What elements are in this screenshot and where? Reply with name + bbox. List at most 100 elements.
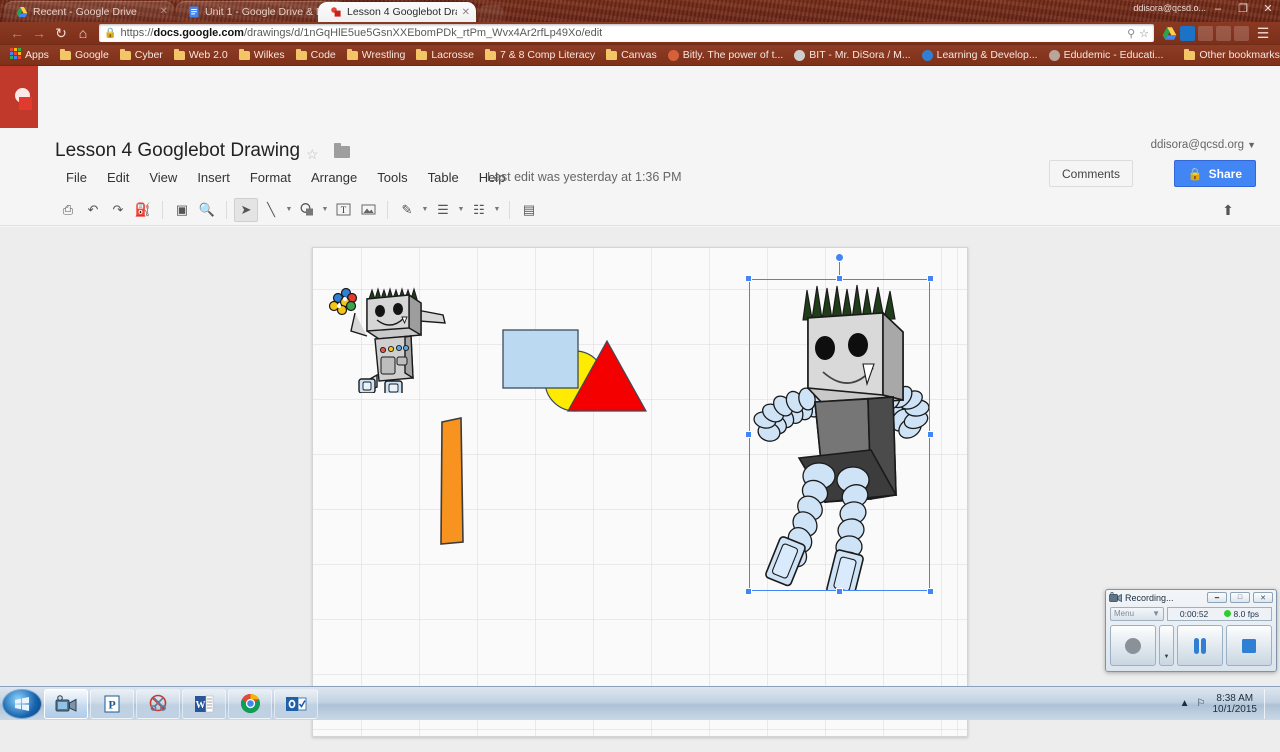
resize-handle-bottom-center[interactable] bbox=[835, 588, 843, 595]
line-weight-button[interactable]: ☰ bbox=[431, 198, 455, 222]
menu-insert[interactable]: Insert bbox=[187, 168, 240, 187]
google-drawings-logo[interactable] bbox=[0, 66, 38, 128]
line-color-button[interactable]: ✎ bbox=[395, 198, 419, 222]
tab-close-icon[interactable]: ✕ bbox=[160, 6, 168, 17]
star-icon[interactable]: ☆ bbox=[1139, 27, 1149, 40]
search-icon[interactable]: ⚲ bbox=[1127, 27, 1135, 40]
recorder-minimize-button[interactable]: ━ bbox=[1207, 592, 1227, 603]
bookmark-bitly[interactable]: Bitly. The power of t... bbox=[663, 47, 789, 63]
browser-tab-0[interactable]: Recent - Google Drive ✕ bbox=[4, 1, 174, 22]
page-title[interactable]: Lesson 4 Googlebot Drawing bbox=[55, 140, 300, 162]
orange-rectangle-shape[interactable] bbox=[437, 416, 469, 546]
resize-handle-middle-left[interactable] bbox=[745, 431, 752, 438]
bookmark-cyber[interactable]: Cyber bbox=[115, 47, 168, 63]
recorder-menu-button[interactable]: Menu ▼ bbox=[1110, 606, 1164, 621]
menu-view[interactable]: View bbox=[139, 168, 187, 187]
recorder-close-button[interactable]: ✕ bbox=[1253, 592, 1273, 603]
shape-tool-button[interactable] bbox=[295, 198, 319, 222]
home-icon[interactable]: ⌂ bbox=[72, 23, 94, 43]
bookmark-lacrosse[interactable]: Lacrosse bbox=[411, 47, 479, 63]
taskbar-item-outlook[interactable] bbox=[274, 688, 318, 719]
google-drive-extension-icon[interactable] bbox=[1162, 26, 1177, 41]
bookmark-code[interactable]: Code bbox=[291, 47, 341, 63]
menu-file[interactable]: File bbox=[56, 168, 97, 187]
menu-tools[interactable]: Tools bbox=[367, 168, 417, 187]
zoom-button[interactable]: 🔍 bbox=[195, 198, 219, 222]
back-icon[interactable]: ← bbox=[6, 23, 28, 43]
reload-icon[interactable]: ↻ bbox=[50, 23, 72, 43]
drawing-canvas[interactable] bbox=[312, 247, 968, 737]
new-tab-button[interactable] bbox=[478, 5, 504, 22]
bookmark-apps[interactable]: Apps bbox=[5, 46, 54, 64]
insert-image-button[interactable] bbox=[356, 198, 380, 222]
rotate-handle[interactable] bbox=[835, 253, 844, 262]
chevron-down-icon[interactable]: ▼ bbox=[284, 198, 294, 222]
address-bar[interactable]: 🔒 https://docs.google.com/drawings/d/1nG… bbox=[99, 24, 1154, 42]
chevron-down-icon[interactable]: ▼ bbox=[420, 198, 430, 222]
extension-icon-5[interactable] bbox=[1234, 25, 1249, 41]
pause-button[interactable] bbox=[1177, 625, 1223, 666]
menu-format[interactable]: Format bbox=[240, 168, 301, 187]
chevron-double-up-icon[interactable]: ⬆ bbox=[1216, 198, 1240, 222]
bookmark-web20[interactable]: Web 2.0 bbox=[169, 47, 233, 63]
resize-handle-bottom-right[interactable] bbox=[927, 588, 934, 595]
tab-close-icon[interactable]: ✕ bbox=[462, 7, 470, 18]
taskbar-item-snipping-tool[interactable] bbox=[136, 688, 180, 719]
paint-format-button[interactable]: ⛽ bbox=[131, 198, 155, 222]
extension-icon-4[interactable] bbox=[1216, 25, 1231, 41]
chevron-down-icon[interactable]: ▼ bbox=[320, 198, 330, 222]
share-button[interactable]: 🔒 Share bbox=[1173, 160, 1256, 187]
folder-icon[interactable] bbox=[334, 143, 350, 158]
taskbar-item-publisher[interactable]: P bbox=[90, 688, 134, 719]
resize-handle-bottom-left[interactable] bbox=[745, 588, 752, 595]
recorder-restore-button[interactable]: □ bbox=[1230, 592, 1250, 603]
text-box-button[interactable]: T bbox=[331, 198, 355, 222]
undo-button[interactable]: ↶ bbox=[81, 198, 105, 222]
bookmark-google[interactable]: Google bbox=[55, 47, 114, 63]
resize-handle-top-center[interactable] bbox=[835, 275, 843, 282]
bookmark-learning-development[interactable]: Learning & Develop... bbox=[917, 47, 1043, 63]
bookmark-comp-literacy[interactable]: 7 & 8 Comp Literacy bbox=[480, 47, 600, 63]
bookmark-wilkes[interactable]: Wilkes bbox=[234, 47, 290, 63]
select-tool-button[interactable]: ➤ bbox=[234, 197, 258, 222]
window-account-label[interactable]: ddisora@qcsd.o... bbox=[1133, 3, 1206, 13]
line-tool-button[interactable]: ╲ bbox=[259, 198, 283, 222]
resize-handle-middle-right[interactable] bbox=[927, 431, 934, 438]
menu-arrange[interactable]: Arrange bbox=[301, 168, 367, 187]
comment-button[interactable]: ▤ bbox=[517, 198, 541, 222]
shapes-group[interactable] bbox=[499, 323, 649, 418]
chrome-menu-icon[interactable]: ☰ bbox=[1252, 23, 1274, 43]
bookmark-wrestling[interactable]: Wrestling bbox=[342, 47, 411, 63]
screen-recorder-widget[interactable]: Recording... ━ □ ✕ Menu ▼ 0:00:52 8.0 fp… bbox=[1105, 589, 1277, 672]
selection-frame[interactable] bbox=[745, 253, 934, 595]
star-outline-icon[interactable]: ☆ bbox=[306, 146, 319, 163]
menu-table[interactable]: Table bbox=[418, 168, 469, 187]
bookmark-bit-disora[interactable]: BIT - Mr. DiSora / M... bbox=[789, 47, 915, 63]
record-button[interactable] bbox=[1110, 625, 1156, 666]
browser-tab-2-active[interactable]: Lesson 4 Googlebot Draw ✕ bbox=[318, 2, 476, 22]
flag-icon[interactable]: ⚐ bbox=[1197, 698, 1206, 709]
bookmark-canvas[interactable]: Canvas bbox=[601, 47, 662, 63]
last-edit-status[interactable]: Last edit was yesterday at 1:36 PM bbox=[487, 170, 682, 184]
comments-button[interactable]: Comments bbox=[1048, 160, 1133, 187]
googlebot-clipart-small[interactable] bbox=[321, 273, 449, 393]
maximize-icon[interactable]: ❐ bbox=[1235, 2, 1251, 16]
drawing-workspace[interactable] bbox=[0, 227, 1280, 752]
redo-button[interactable]: ↷ bbox=[106, 198, 130, 222]
show-desktop-button[interactable] bbox=[1264, 688, 1274, 719]
close-icon[interactable]: ✕ bbox=[1260, 2, 1276, 16]
bookmark-edudemic[interactable]: Edudemic - Educati... bbox=[1044, 47, 1169, 63]
stop-button[interactable] bbox=[1226, 625, 1272, 666]
chevron-down-icon[interactable]: ▼ bbox=[456, 198, 466, 222]
bookmark-other-bookmarks[interactable]: Other bookmarks bbox=[1179, 47, 1280, 63]
office-extension-icon[interactable] bbox=[1180, 25, 1195, 41]
taskbar-item-chrome[interactable] bbox=[228, 688, 272, 719]
chevron-up-icon[interactable]: ▲ bbox=[1180, 698, 1190, 709]
resize-handle-top-left[interactable] bbox=[745, 275, 752, 282]
taskbar-item-word[interactable]: W bbox=[182, 688, 226, 719]
menu-edit[interactable]: Edit bbox=[97, 168, 139, 187]
forward-icon[interactable]: → bbox=[28, 23, 50, 43]
clock[interactable]: 8:38 AM 10/1/2015 bbox=[1213, 693, 1258, 715]
resize-canvas-button[interactable]: ▣ bbox=[170, 198, 194, 222]
record-options-button[interactable]: ▼ bbox=[1159, 625, 1174, 666]
